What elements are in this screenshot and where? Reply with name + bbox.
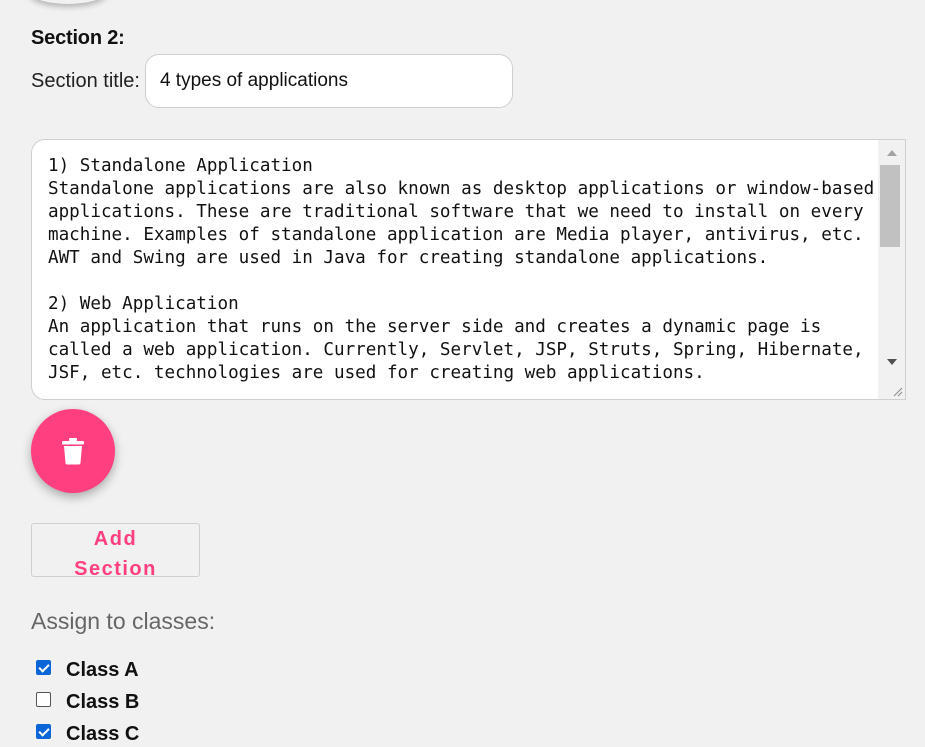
scroll-up-arrow-icon[interactable] xyxy=(887,150,897,156)
section-content-text[interactable]: 1) Standalone Application Standalone app… xyxy=(48,155,878,385)
section-title-label: Section title: xyxy=(31,69,140,92)
section-title-input[interactable] xyxy=(144,54,513,108)
class-item[interactable]: Class B xyxy=(36,686,139,718)
class-checkbox[interactable] xyxy=(36,691,51,707)
resize-handle-icon[interactable] xyxy=(891,385,903,397)
class-label: Class C xyxy=(66,722,140,745)
class-item[interactable]: Class C xyxy=(36,718,139,747)
scroll-down-arrow-icon[interactable] xyxy=(887,359,897,365)
class-label: Class B xyxy=(66,690,140,713)
section-title-row: Section title: xyxy=(31,54,513,108)
class-item[interactable]: Class A xyxy=(36,654,139,686)
section-heading: Section 2: xyxy=(31,27,125,49)
class-checkbox[interactable] xyxy=(36,723,51,739)
section-editor: Section 2: Section title: 1) Standalone … xyxy=(0,0,925,747)
delete-section-button[interactable] xyxy=(31,409,115,493)
section-content-textarea[interactable]: 1) Standalone Application Standalone app… xyxy=(31,139,906,400)
class-checkbox[interactable] xyxy=(36,659,51,675)
assign-classes-label: Assign to classes: xyxy=(31,608,216,634)
trash-icon xyxy=(62,438,84,465)
scrollbar-thumb[interactable] xyxy=(880,165,900,247)
add-section-button[interactable]: Add Section xyxy=(31,523,200,580)
class-checkbox-list: Class A Class B Class C xyxy=(36,654,139,747)
class-label: Class A xyxy=(66,658,139,681)
textarea-scrollbar[interactable] xyxy=(878,140,905,399)
previous-fab-shadow xyxy=(28,0,108,4)
